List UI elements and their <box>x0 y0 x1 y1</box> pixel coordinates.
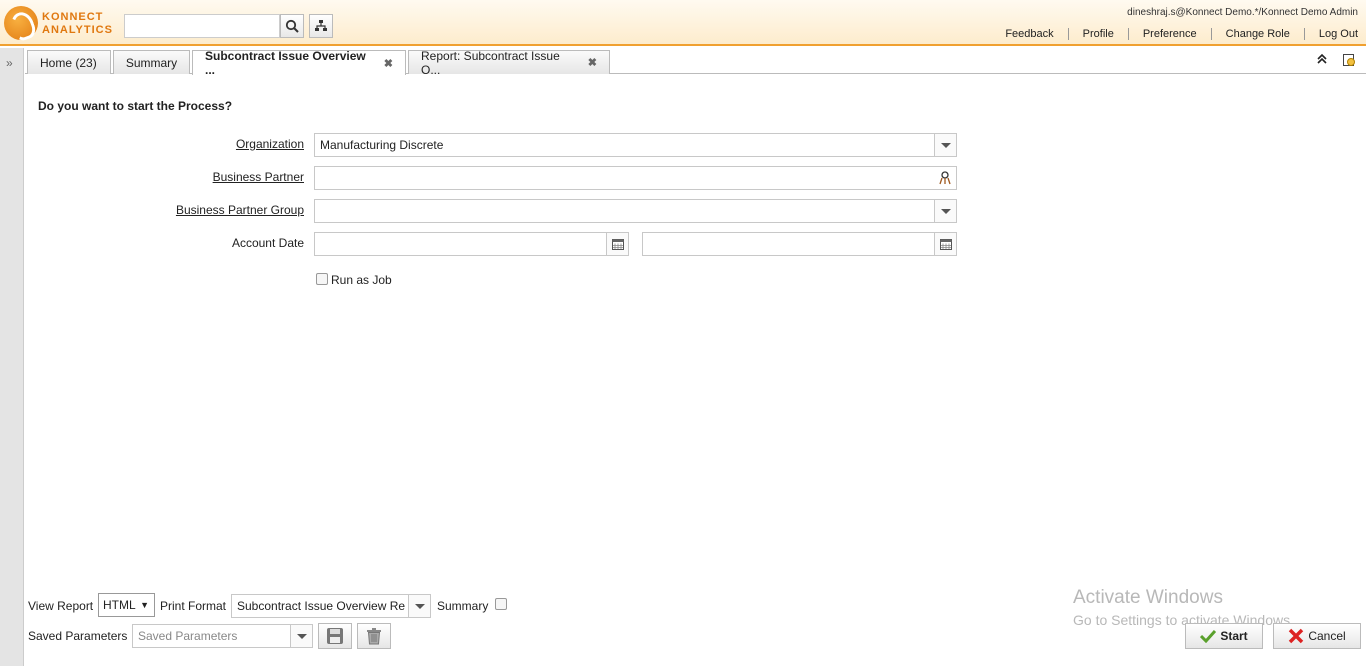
organization-dropdown-button[interactable] <box>934 134 956 156</box>
business-partner-label[interactable]: Business Partner <box>213 170 304 184</box>
tab-summary[interactable]: Summary <box>113 50 190 74</box>
save-parameters-button[interactable] <box>318 623 352 649</box>
tab-label: Summary <box>125 55 178 70</box>
chevron-down-icon <box>414 603 425 609</box>
top-links: Feedback Profile Preference Change Role … <box>991 28 1366 40</box>
organization-label[interactable]: Organization <box>236 137 304 151</box>
cancel-button[interactable]: Cancel <box>1273 623 1361 649</box>
change-role-link[interactable]: Change Role <box>1210 28 1304 40</box>
organization-select[interactable]: Manufacturing Discrete <box>314 133 957 157</box>
business-partner-search-button[interactable] <box>934 167 956 189</box>
start-label: Start <box>1220 629 1248 643</box>
close-tab-icon[interactable]: ✖ <box>384 57 393 70</box>
feedback-link[interactable]: Feedback <box>991 28 1067 40</box>
chevron-down-icon <box>940 208 951 214</box>
run-as-job-checkbox[interactable] <box>316 273 328 285</box>
summary-label: Summary <box>437 599 489 613</box>
user-role-info: dineshraj.s@Konnect Demo.*/Konnect Demo … <box>1127 7 1358 18</box>
business-partner-field[interactable] <box>314 166 957 190</box>
tab-label: Report: Subcontract Issue O... <box>421 48 560 77</box>
close-tab-icon[interactable]: ✖ <box>588 56 597 69</box>
expand-panel-icon[interactable]: » <box>6 56 13 70</box>
chevron-down-icon: ▼ <box>140 600 149 610</box>
saved-parameters-placeholder: Saved Parameters <box>138 629 238 643</box>
export-document-icon[interactable] <box>1342 53 1356 67</box>
cancel-label: Cancel <box>1308 629 1346 643</box>
account-date-from-field[interactable] <box>314 232 629 256</box>
print-format-value: Subcontract Issue Overview Re <box>237 599 406 613</box>
saved-parameters-label: Saved Parameters <box>28 629 128 643</box>
chevron-down-icon <box>296 633 307 639</box>
sitemap-icon <box>315 20 327 31</box>
summary-checkbox[interactable] <box>495 598 507 610</box>
profile-link[interactable]: Profile <box>1067 28 1128 40</box>
process-question: Do you want to start the Process? <box>38 99 233 113</box>
view-report-select[interactable]: HTML ▼ <box>98 593 155 617</box>
logout-link[interactable]: Log Out <box>1303 28 1366 40</box>
business-partner-group-select[interactable] <box>314 199 957 223</box>
saved-parameters-dropdown-button[interactable] <box>290 625 312 647</box>
view-report-label: View Report <box>28 599 94 613</box>
calendar-icon <box>611 239 624 250</box>
business-partner-group-dropdown-button[interactable] <box>934 200 956 222</box>
view-report-value: HTML <box>103 598 136 612</box>
date-to-calendar-button[interactable] <box>934 233 956 255</box>
tabbar-tools <box>1316 53 1356 67</box>
run-as-job-label: Run as Job <box>331 273 392 287</box>
windows-activation-title: Activate Windows <box>1073 587 1223 608</box>
delete-parameters-button[interactable] <box>357 623 391 649</box>
saved-parameters-select[interactable]: Saved Parameters <box>132 624 313 648</box>
collapse-up-icon[interactable] <box>1316 53 1328 65</box>
search-icon <box>285 19 299 33</box>
business-partner-group-label[interactable]: Business Partner Group <box>176 203 304 217</box>
west-panel-collapsed: » <box>0 48 24 666</box>
logo-mark <box>4 6 38 40</box>
red-x-icon <box>1289 628 1304 644</box>
print-format-dropdown-button[interactable] <box>408 595 430 617</box>
checkmark-icon <box>1200 629 1217 643</box>
chevron-down-icon <box>940 142 951 148</box>
logo-text-line2: ANALYTICS <box>42 24 113 36</box>
menu-tree-button[interactable] <box>309 14 333 38</box>
floppy-disk-icon <box>327 628 343 644</box>
app-header: KONNECT ANALYTICS dineshraj.s@Konnect De… <box>0 0 1366 46</box>
account-date-label: Account Date <box>231 236 304 250</box>
start-button[interactable]: Start <box>1185 623 1263 649</box>
tab-label: Home (23) <box>40 55 97 70</box>
date-from-calendar-button[interactable] <box>606 233 628 255</box>
global-search-input[interactable] <box>124 14 280 38</box>
organization-value: Manufacturing Discrete <box>320 138 444 152</box>
person-search-icon <box>939 171 951 185</box>
print-format-select[interactable]: Subcontract Issue Overview Re <box>231 594 431 618</box>
app-logo[interactable]: KONNECT ANALYTICS <box>2 5 122 43</box>
tab-label: Subcontract Issue Overview ... <box>205 49 366 77</box>
tab-bar: Home (23) Summary Subcontract Issue Over… <box>25 48 1366 77</box>
tab-home[interactable]: Home (23) <box>27 50 111 74</box>
tab-report-subcontract-issue[interactable]: Report: Subcontract Issue O... ✖ <box>408 48 610 77</box>
preference-link[interactable]: Preference <box>1127 28 1211 40</box>
calendar-icon <box>939 239 952 250</box>
tab-subcontract-issue-overview[interactable]: Subcontract Issue Overview ... ✖ <box>192 49 406 77</box>
account-date-to-field[interactable] <box>642 232 957 256</box>
print-format-label: Print Format <box>160 599 227 613</box>
logo-text-line1: KONNECT <box>42 11 104 23</box>
trash-icon <box>367 628 381 645</box>
search-button[interactable] <box>280 14 304 38</box>
